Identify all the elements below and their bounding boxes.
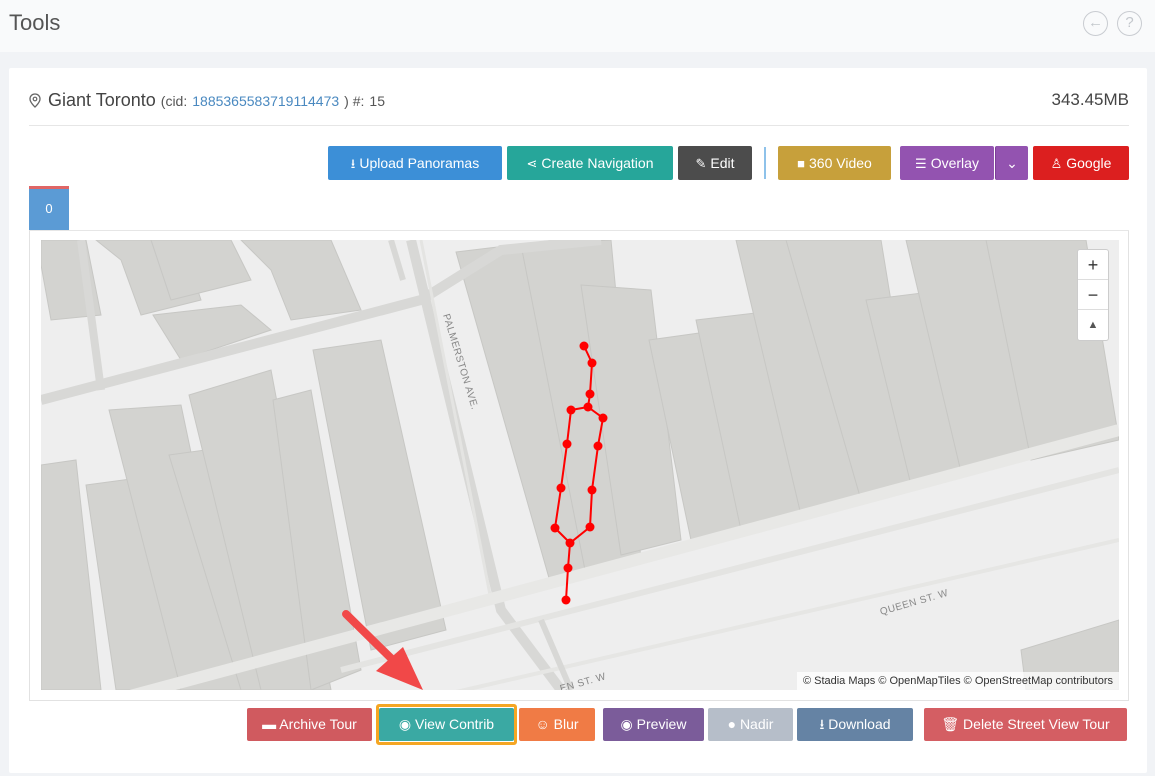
chevron-down-icon: ⌄ [1006, 155, 1018, 171]
map-canvas: PALMERSTON AVE. QUEEN ST. W EN ST. W [41, 240, 1119, 690]
panorama-marker[interactable] [562, 439, 572, 449]
tour-size: 343.45MB [1051, 90, 1130, 109]
panorama-count: 15 [369, 93, 385, 109]
video-360-button[interactable]: ■ 360 Video [778, 146, 891, 180]
nadir-button[interactable]: ● Nadir [708, 708, 793, 741]
cid-suffix: ) #: [344, 93, 365, 109]
help-icon[interactable]: ? [1117, 11, 1142, 36]
toolbar-divider [764, 147, 766, 179]
eye-icon: ◉ [620, 716, 633, 732]
tour-card: Giant Toronto (cid: 1885365583719114473 … [9, 68, 1147, 773]
tour-name: Giant Toronto [48, 90, 156, 110]
zoom-control: + − ▲ [1077, 249, 1109, 341]
archive-icon: ▬ [262, 716, 277, 732]
smile-icon: ☺ [535, 716, 550, 732]
panorama-marker[interactable] [565, 538, 575, 548]
panorama-marker[interactable] [561, 595, 571, 605]
circle-icon: ● [727, 716, 737, 732]
edit-button[interactable]: ✎ Edit [678, 146, 752, 180]
panorama-marker[interactable] [556, 483, 566, 493]
panorama-marker[interactable] [579, 341, 589, 351]
overlay-button[interactable]: ☰ Overlay [900, 146, 994, 180]
street-view-icon: ♙ [1050, 156, 1063, 171]
zoom-in-button[interactable]: + [1078, 250, 1108, 280]
page-title: Tools [9, 10, 61, 35]
share-icon: ⋖ [526, 156, 538, 171]
map-pin-icon [29, 92, 41, 113]
map[interactable]: PALMERSTON AVE. QUEEN ST. W EN ST. W + −… [41, 240, 1119, 690]
panorama-marker[interactable] [587, 485, 597, 495]
create-navigation-button[interactable]: ⋖ Create Navigation [507, 146, 673, 180]
download-button[interactable]: ⭳ Download [797, 708, 913, 741]
archive-tour-button[interactable]: ▬ Archive Tour [247, 708, 372, 741]
top-bar: Tools ← ? [0, 0, 1155, 52]
panorama-marker[interactable] [593, 441, 603, 451]
google-button[interactable]: ♙ Google [1033, 146, 1129, 180]
map-attribution: © Stadia Maps © OpenMapTiles © OpenStree… [796, 672, 1119, 690]
edit-icon: ✎ [695, 156, 707, 171]
view-contrib-button[interactable]: ◉ View Contrib [379, 708, 514, 741]
delete-street-view-tour-button[interactable]: 🗑 Delete Street View Tour [924, 708, 1127, 741]
reset-north-button[interactable]: ▲ [1078, 310, 1108, 340]
panorama-marker[interactable] [585, 522, 595, 532]
back-icon[interactable]: ← [1083, 11, 1108, 36]
blur-button[interactable]: ☺ Blur [519, 708, 595, 741]
panorama-marker[interactable] [583, 402, 593, 412]
tab-0[interactable]: 0 [29, 186, 69, 230]
buildings [41, 240, 1119, 690]
panorama-marker[interactable] [587, 358, 597, 368]
zoom-out-button[interactable]: − [1078, 280, 1108, 310]
tour-title: Giant Toronto (cid: 1885365583719114473 … [29, 90, 385, 113]
cid-link[interactable]: 1885365583719114473 [192, 93, 339, 109]
map-frame: PALMERSTON AVE. QUEEN ST. W EN ST. W + −… [29, 231, 1129, 701]
download-icon: ⭳ [350, 156, 356, 171]
eye-icon: ◉ [398, 716, 412, 732]
download-icon: ⭳ [819, 716, 825, 732]
panorama-marker[interactable] [598, 413, 608, 423]
video-camera-icon: ■ [797, 156, 806, 171]
overlay-dropdown-button[interactable]: ⌄ [995, 146, 1028, 180]
tour-header: Giant Toronto (cid: 1885365583719114473 … [29, 90, 1129, 126]
panorama-marker[interactable] [566, 405, 576, 415]
trash-icon: 🗑 [941, 716, 960, 732]
upload-panoramas-button[interactable]: ⭳ Upload Panoramas [328, 146, 502, 180]
list-icon: ☰ [915, 156, 927, 171]
cid-prefix: (cid: [160, 93, 188, 109]
panorama-marker[interactable] [585, 389, 595, 399]
panorama-marker[interactable] [563, 563, 573, 573]
preview-button[interactable]: ◉ Preview [603, 708, 704, 741]
panorama-marker[interactable] [550, 523, 560, 533]
